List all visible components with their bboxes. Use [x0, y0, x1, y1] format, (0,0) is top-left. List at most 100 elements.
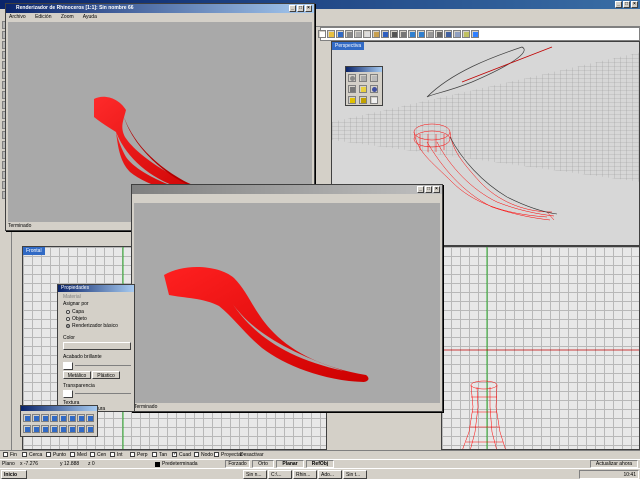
environment-icon[interactable]	[370, 74, 378, 82]
osnap-proyectar[interactable]: Proyectar	[214, 452, 242, 458]
menu-ayuda[interactable]: Ayuda	[83, 14, 97, 20]
osnap-perp[interactable]: Perp	[130, 452, 148, 458]
radio-objeto[interactable]	[66, 316, 70, 321]
material-icon[interactable]	[359, 74, 367, 82]
spot-light-icon[interactable]	[348, 96, 356, 104]
status-layer[interactable]: Predeterminada	[162, 461, 198, 467]
status-forzado[interactable]: Forzado	[225, 460, 250, 468]
menu-zoom[interactable]: Zoom	[61, 14, 74, 20]
paste-icon[interactable]	[372, 30, 380, 38]
maximize-button[interactable]: □	[623, 1, 630, 8]
status-bar: Plano x -7.276 y 12.888 z 0 Predetermina…	[0, 459, 640, 468]
transform-array-icon[interactable]	[68, 414, 76, 422]
radio-renderizador[interactable]	[66, 323, 70, 328]
transform-align-icon[interactable]	[77, 414, 85, 422]
zoom-icon[interactable]	[408, 30, 416, 38]
osnap-desactivar[interactable]: Desactivar	[240, 452, 264, 458]
help-icon[interactable]	[471, 30, 479, 38]
undo-icon[interactable]	[381, 30, 389, 38]
light-icon[interactable]	[359, 85, 367, 93]
perspective-viewport-title[interactable]: Perspectiva	[332, 42, 365, 50]
rw2-maximize-button[interactable]: □	[425, 186, 432, 193]
new-file-icon[interactable]	[318, 30, 326, 38]
osnap-cuad[interactable]: ✓ Cuad	[172, 452, 191, 458]
transform-copy-icon[interactable]	[32, 414, 40, 422]
pan-icon[interactable]	[390, 30, 398, 38]
color-swatch[interactable]	[63, 342, 131, 350]
minimize-button[interactable]: _	[615, 1, 622, 8]
transform-flow-icon[interactable]	[50, 425, 58, 433]
zoom-extents-icon[interactable]	[417, 30, 425, 38]
close-button[interactable]: ×	[631, 1, 638, 8]
option-capa[interactable]: Capa	[66, 309, 84, 315]
render-sphere-icon[interactable]	[370, 85, 378, 93]
copy-icon[interactable]	[363, 30, 371, 38]
metallic-button[interactable]: Metálico	[63, 371, 91, 379]
status-planar[interactable]: Planar	[276, 460, 304, 468]
transform-bend-icon[interactable]	[32, 425, 40, 433]
render-icon[interactable]	[444, 30, 452, 38]
plastic-button[interactable]: Plástico	[92, 371, 120, 379]
rw2-close-button[interactable]: ×	[433, 186, 440, 193]
color-label: Color	[63, 335, 75, 341]
sphere-icon[interactable]	[348, 74, 356, 82]
status-orto[interactable]: Orto	[252, 460, 274, 468]
transform-project-icon[interactable]	[77, 425, 85, 433]
status-update[interactable]: Actualizar ahora	[590, 460, 638, 468]
radio-capa[interactable]	[66, 309, 70, 314]
transform-cage-icon[interactable]	[68, 425, 76, 433]
transform-smooth-icon[interactable]	[59, 425, 67, 433]
task-2[interactable]: C:\...	[268, 470, 292, 479]
osnap-punto[interactable]: Punto	[46, 452, 66, 458]
transform-orient-icon[interactable]	[86, 414, 94, 422]
wireframe-icon[interactable]	[426, 30, 434, 38]
menu-archivo[interactable]: Archivo	[9, 14, 26, 20]
finish-value[interactable]	[63, 362, 73, 370]
start-button[interactable]: Inicio	[1, 470, 27, 479]
task-1[interactable]: Sin n...	[243, 470, 267, 479]
rw1-close-button[interactable]: ×	[305, 5, 312, 12]
transform-move-icon[interactable]	[23, 414, 31, 422]
properties-icon[interactable]	[462, 30, 470, 38]
osnap-nodo[interactable]: Nodo	[194, 452, 213, 458]
transparency-value[interactable]	[63, 390, 73, 398]
status-refobj[interactable]: RefObj	[306, 460, 334, 468]
osnap-med[interactable]: Med	[70, 452, 87, 458]
rw1-maximize-button[interactable]: □	[297, 5, 304, 12]
transform-more-icon[interactable]	[86, 425, 94, 433]
camera-icon[interactable]	[348, 85, 356, 93]
print-icon[interactable]	[345, 30, 353, 38]
layer-icon[interactable]	[453, 30, 461, 38]
standard-toolbar	[318, 30, 638, 40]
save-icon[interactable]	[336, 30, 344, 38]
transform-mirror-icon[interactable]	[59, 414, 67, 422]
option-objeto[interactable]: Objeto	[66, 316, 87, 322]
osnap-int[interactable]: Int	[110, 452, 123, 458]
osnap-fin[interactable]: Fin	[3, 452, 17, 458]
osnap-cerca[interactable]: Cerca	[22, 452, 42, 458]
finish-slider[interactable]	[75, 365, 131, 366]
transparency-slider[interactable]	[75, 393, 131, 394]
point-light-icon[interactable]	[359, 96, 367, 104]
task-5[interactable]: Sin t...	[343, 470, 367, 479]
task-4[interactable]: Ado...	[318, 470, 342, 479]
cut-icon[interactable]	[354, 30, 362, 38]
render-window-1-title-bar: Renderizador de Rhinoceros [1:1]: Sin no…	[6, 4, 314, 13]
osnap-cen[interactable]: Cen	[90, 452, 106, 458]
osnap-tan[interactable]: Tan	[152, 452, 167, 458]
task-3[interactable]: Rhin...	[293, 470, 317, 479]
help-icon[interactable]	[370, 96, 378, 104]
transform-twist-icon[interactable]	[23, 425, 31, 433]
shaded-icon[interactable]	[435, 30, 443, 38]
rw2-minimize-button[interactable]: _	[417, 186, 424, 193]
open-folder-icon[interactable]	[327, 30, 335, 38]
transform-taper-icon[interactable]	[41, 425, 49, 433]
option-renderizador[interactable]: Renderizador básico	[66, 323, 118, 329]
menu-edicion[interactable]: Edición	[35, 14, 51, 20]
frontal-viewport-title[interactable]: Frontal	[23, 247, 45, 255]
transform-rotate-icon[interactable]	[41, 414, 49, 422]
rw1-minimize-button[interactable]: _	[289, 5, 296, 12]
right-viewport[interactable]	[441, 246, 640, 450]
rotate-view-icon[interactable]	[399, 30, 407, 38]
transform-scale-icon[interactable]	[50, 414, 58, 422]
